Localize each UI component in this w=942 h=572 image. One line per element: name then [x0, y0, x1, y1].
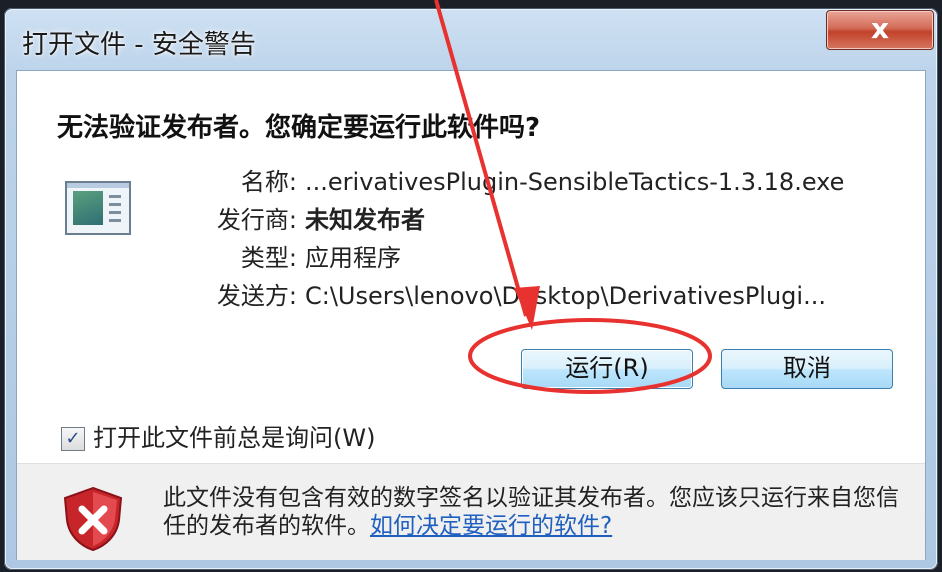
title-bar[interactable]: 打开文件 - 安全警告 x [4, 8, 938, 70]
close-button[interactable]: x [826, 10, 934, 50]
security-warning-dialog: 打开文件 - 安全警告 x 无法验证发布者。您确定要运行此软件吗? 名称: 发行… [4, 8, 938, 570]
publisher-label: 发行商: [216, 206, 297, 234]
application-icon [65, 181, 131, 235]
checkmark-icon: ✓ [65, 428, 81, 449]
warning-message: 此文件没有包含有效的数字签名以验证其发布者。您应该只运行来自您信任的发布者的软件… [163, 484, 903, 540]
detail-labels: 名称: 发行商: 类型: 发送方: [157, 163, 297, 315]
cancel-button[interactable]: 取消 [721, 349, 893, 389]
dialog-body: 无法验证发布者。您确定要运行此软件吗? 名称: 发行商: 类型: 发送方: ..… [16, 70, 926, 560]
help-link[interactable]: 如何决定要运行的软件? [370, 513, 612, 539]
close-icon: x [870, 12, 890, 45]
from-label: 发送方: [216, 282, 297, 310]
run-button[interactable]: 运行(R) [521, 349, 693, 389]
file-name-value: ...erivativesPlugin-SensibleTactics-1.3.… [305, 168, 845, 196]
name-label: 名称: [240, 168, 297, 196]
warning-footer: 此文件没有包含有效的数字签名以验证其发布者。您应该只运行来自您信任的发布者的软件… [17, 463, 925, 560]
publisher-value: 未知发布者 [305, 206, 425, 234]
always-ask-checkbox[interactable]: ✓ [61, 427, 85, 451]
security-shield-icon [63, 486, 123, 552]
type-value: 应用程序 [305, 244, 401, 272]
window-title: 打开文件 - 安全警告 [22, 30, 256, 60]
type-label: 类型: [240, 244, 297, 272]
from-path-value: C:\Users\lenovo\Desktop\DerivativesPlugi… [305, 282, 826, 310]
warning-heading: 无法验证发布者。您确定要运行此软件吗? [57, 113, 541, 143]
always-ask-label[interactable]: 打开此文件前总是询问(W) [93, 423, 375, 453]
detail-values: ...erivativesPlugin-SensibleTactics-1.3.… [305, 163, 905, 315]
